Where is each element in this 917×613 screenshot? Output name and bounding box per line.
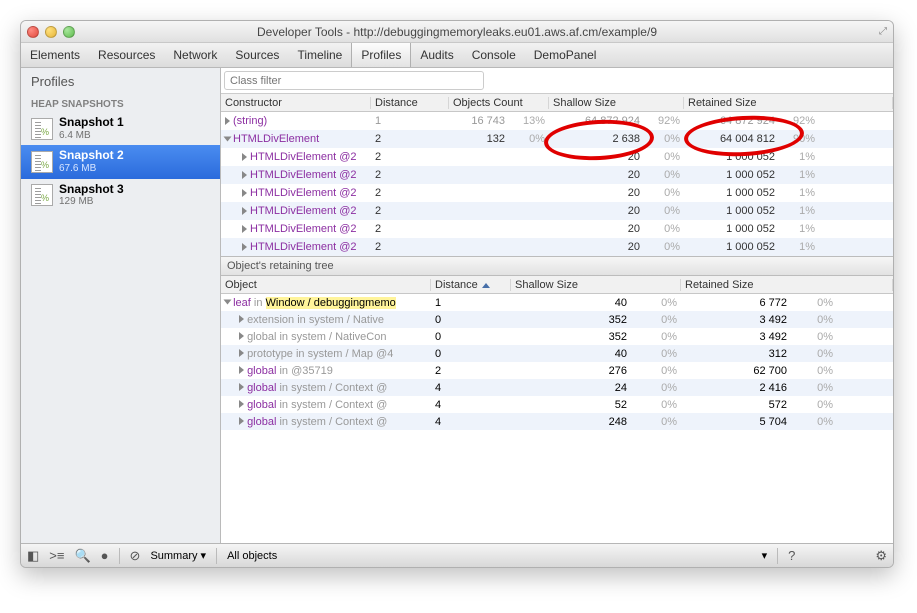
col-shallow2[interactable]: Shallow Size xyxy=(511,279,681,291)
retainers-header: Object Distance Shallow Size Retained Si… xyxy=(221,276,893,294)
snapshot-size: 129 MB xyxy=(59,196,124,208)
snapshot-icon xyxy=(31,151,53,173)
table-row[interactable]: HTMLDivElement @22200%1 000 0521% xyxy=(221,202,893,220)
disclosure-icon[interactable] xyxy=(239,383,244,391)
disclosure-icon[interactable] xyxy=(239,366,244,374)
col-object[interactable]: Object xyxy=(221,279,431,291)
record-icon[interactable]: ● xyxy=(101,548,109,563)
table-row[interactable]: prototype in system / Map @40400%3120% xyxy=(221,345,893,362)
tab-resources[interactable]: Resources xyxy=(89,43,164,67)
table-row[interactable]: HTMLDivElement21320%2 6380%64 004 81290% xyxy=(221,130,893,148)
class-filter-input[interactable] xyxy=(224,71,484,90)
snapshot-item[interactable]: Snapshot 267.6 MB xyxy=(21,145,220,178)
disclosure-icon[interactable] xyxy=(242,171,247,179)
disclosure-icon[interactable] xyxy=(239,417,244,425)
sidebar: Profiles HEAP SNAPSHOTS Snapshot 16.4 MB… xyxy=(21,68,221,543)
table-row[interactable]: global in system / Context @4240%2 4160% xyxy=(221,379,893,396)
snapshot-size: 67.6 MB xyxy=(59,163,124,175)
table-row[interactable]: global in @3571922760%62 7000% xyxy=(221,362,893,379)
retainers-table: leaf in Window / debuggingmemo1400%6 772… xyxy=(221,294,893,430)
sidebar-section: HEAP SNAPSHOTS xyxy=(21,91,220,112)
retaining-tree-header: Object's retaining tree xyxy=(221,256,893,276)
constructors-table: (string)116 74313%64 872 92492%64 872 92… xyxy=(221,112,893,256)
col-objects-count[interactable]: Objects Count xyxy=(449,97,549,109)
tab-sources[interactable]: Sources xyxy=(226,43,288,67)
table-row[interactable]: global in system / NativeCon03520%3 4920… xyxy=(221,328,893,345)
titlebar: Developer Tools - http://debuggingmemory… xyxy=(21,21,893,43)
table-row[interactable]: leaf in Window / debuggingmemo1400%6 772… xyxy=(221,294,893,311)
help-icon[interactable]: ? xyxy=(788,548,795,563)
console-icon[interactable]: >≡ xyxy=(49,548,64,563)
snapshot-size: 6.4 MB xyxy=(59,130,124,142)
snapshot-icon xyxy=(31,184,53,206)
snapshot-item[interactable]: Snapshot 16.4 MB xyxy=(21,112,220,145)
table-row[interactable]: (string)116 74313%64 872 92492%64 872 92… xyxy=(221,112,893,130)
snapshot-icon xyxy=(31,118,53,140)
main-panel: Constructor Distance Objects Count Shall… xyxy=(221,68,893,543)
disclosure-icon[interactable] xyxy=(224,136,232,141)
table-row[interactable]: HTMLDivElement @22200%1 000 0521% xyxy=(221,238,893,256)
col-retained-size[interactable]: Retained Size xyxy=(684,97,893,109)
disclosure-icon[interactable] xyxy=(242,225,247,233)
disclosure-icon[interactable] xyxy=(239,315,244,323)
tab-demopanel[interactable]: DemoPanel xyxy=(525,43,606,67)
view-select[interactable]: Summary ▾ xyxy=(150,549,206,562)
tab-audits[interactable]: Audits xyxy=(411,43,462,67)
search-icon[interactable]: 🔍 xyxy=(74,548,90,564)
sort-asc-icon xyxy=(482,283,490,288)
snapshot-label: Snapshot 2 xyxy=(59,149,124,163)
snapshot-label: Snapshot 3 xyxy=(59,183,124,197)
table-row[interactable]: extension in system / Native03520%3 4920… xyxy=(221,311,893,328)
disclosure-icon[interactable] xyxy=(225,117,230,125)
table-row[interactable]: HTMLDivElement @22200%1 000 0521% xyxy=(221,184,893,202)
constructors-header: Constructor Distance Objects Count Shall… xyxy=(221,94,893,112)
disclosure-icon[interactable] xyxy=(242,243,247,251)
statusbar: ◧ >≡ 🔍 ● ⊘ Summary ▾ All objects ▾ ? ⚙ xyxy=(21,543,893,567)
col-constructor[interactable]: Constructor xyxy=(221,97,371,109)
table-row[interactable]: HTMLDivElement @22200%1 000 0521% xyxy=(221,166,893,184)
tab-timeline[interactable]: Timeline xyxy=(288,43,351,67)
window-title: Developer Tools - http://debuggingmemory… xyxy=(21,25,893,39)
sidebar-title: Profiles xyxy=(21,68,220,91)
tab-elements[interactable]: Elements xyxy=(21,43,89,67)
devtools-window: Developer Tools - http://debuggingmemory… xyxy=(20,20,894,568)
disclosure-icon[interactable] xyxy=(242,189,247,197)
col-shallow-size[interactable]: Shallow Size xyxy=(549,97,684,109)
table-row[interactable]: global in system / Context @42480%5 7040… xyxy=(221,413,893,430)
disclosure-icon[interactable] xyxy=(239,400,244,408)
disclosure-icon[interactable] xyxy=(224,299,232,304)
expand-icon[interactable]: ⤢ xyxy=(879,26,887,37)
table-row[interactable]: HTMLDivElement @22200%1 000 0521% xyxy=(221,220,893,238)
dock-icon[interactable]: ◧ xyxy=(27,548,39,564)
col-distance2[interactable]: Distance xyxy=(431,279,511,291)
filter-bar xyxy=(221,68,893,94)
clear-icon[interactable]: ⊘ xyxy=(130,548,141,564)
panel-tabs: ElementsResourcesNetworkSourcesTimelineP… xyxy=(21,43,893,68)
tab-console[interactable]: Console xyxy=(463,43,525,67)
disclosure-icon[interactable] xyxy=(239,349,244,357)
tab-profiles[interactable]: Profiles xyxy=(351,43,411,67)
disclosure-icon[interactable] xyxy=(242,207,247,215)
col-retained2[interactable]: Retained Size xyxy=(681,279,893,291)
table-row[interactable]: global in system / Context @4520%5720% xyxy=(221,396,893,413)
disclosure-icon[interactable] xyxy=(242,153,247,161)
scope-select[interactable]: All objects xyxy=(227,550,277,562)
col-distance[interactable]: Distance xyxy=(371,97,449,109)
tab-network[interactable]: Network xyxy=(164,43,226,67)
disclosure-icon[interactable] xyxy=(239,332,244,340)
snapshot-item[interactable]: Snapshot 3129 MB xyxy=(21,179,220,212)
settings-icon[interactable]: ⚙ xyxy=(875,548,887,564)
table-row[interactable]: HTMLDivElement @22200%1 000 0521% xyxy=(221,148,893,166)
snapshot-label: Snapshot 1 xyxy=(59,116,124,130)
